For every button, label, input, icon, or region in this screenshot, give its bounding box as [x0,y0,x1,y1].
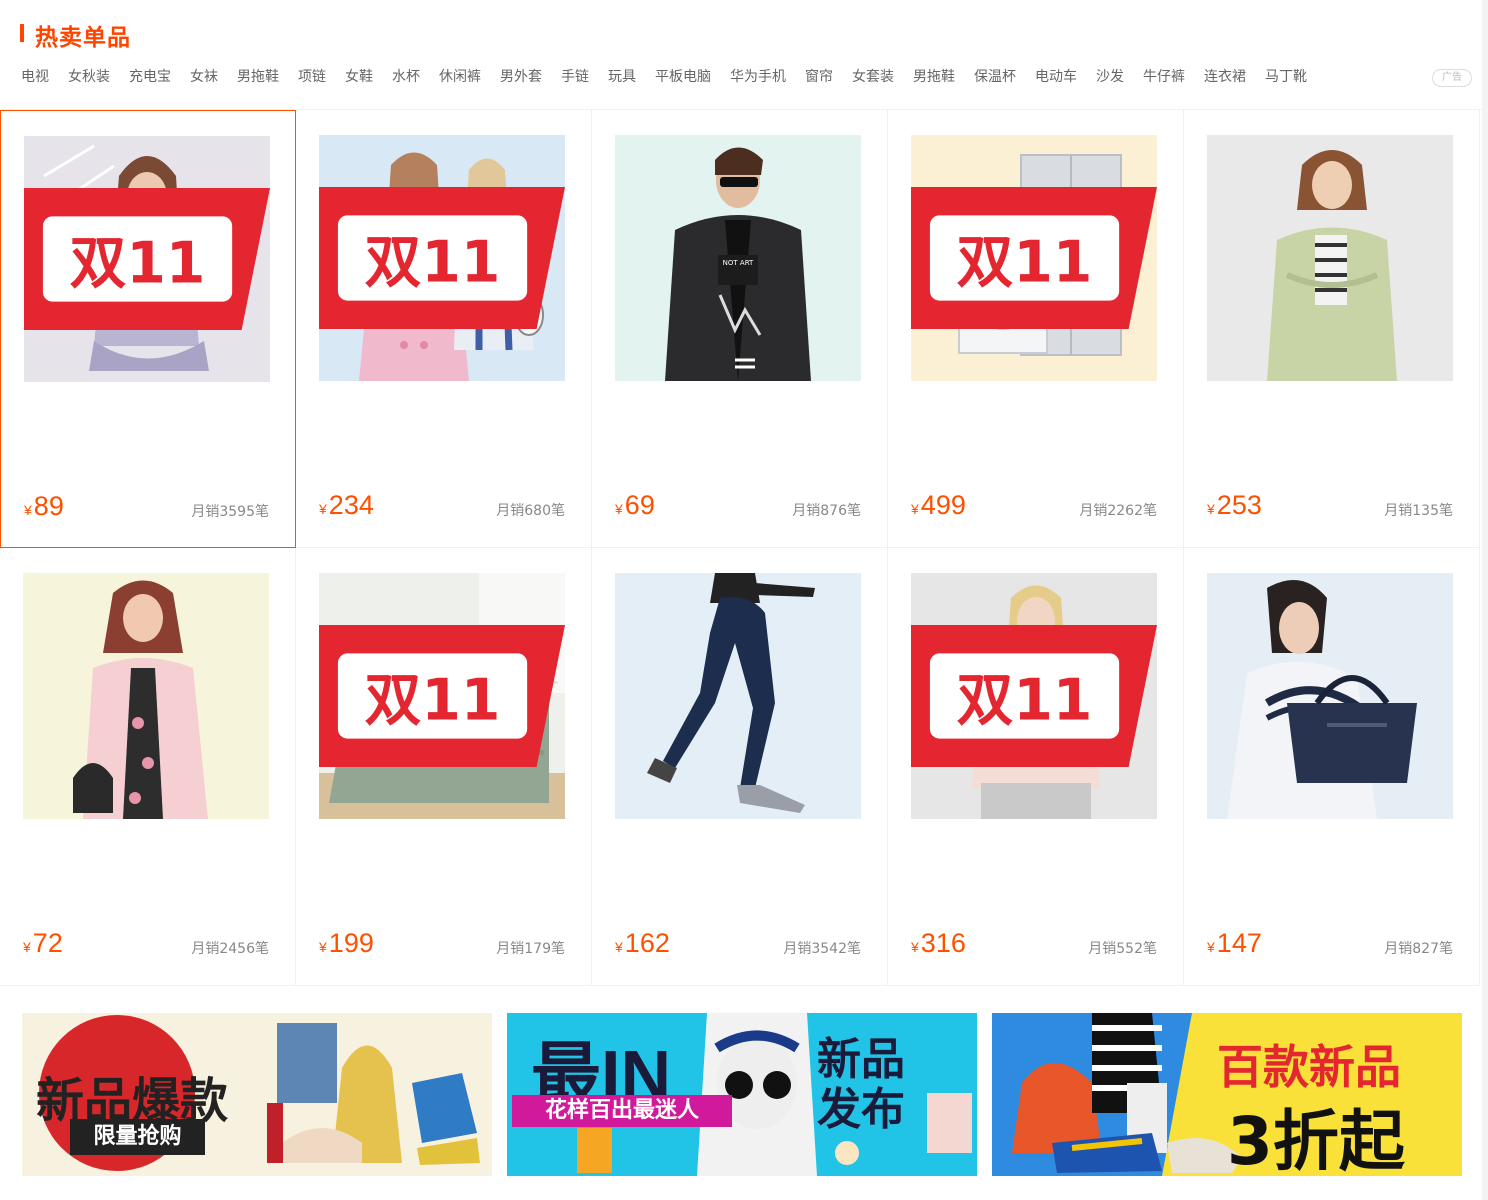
product-image[interactable]: 双11 [911,135,1157,381]
promo-banner-new-release[interactable]: 最IN 花样百出最迷人 新品 发布 [507,1013,977,1176]
double11-tag-icon: 双11 [24,188,270,330]
svg-text:双11: 双11 [365,230,501,296]
keyword-link[interactable]: 马丁靴 [1265,66,1307,88]
svg-text:NOT ART: NOT ART [723,259,754,267]
keyword-link[interactable]: 男拖鞋 [913,66,955,88]
svg-text:双11: 双11 [957,230,1093,296]
product-price: ¥162 [615,928,670,958]
keyword-link[interactable]: 连衣裙 [1204,66,1246,88]
monthly-sales: 月销680笔 [496,503,565,519]
hot-items-header: 热卖单品 电视 女秋装 充电宝 女袜 男拖鞋 项链 女鞋 水杯 休闲裤 男外套 … [0,0,1488,110]
keyword-link[interactable]: 女秋装 [68,66,110,88]
product-image[interactable]: 双11 [24,136,270,382]
product-price: ¥234 [319,490,374,520]
product-card[interactable]: ¥162 月销3542笔 [592,548,888,986]
product-image[interactable] [615,573,861,819]
keyword-link[interactable]: 手链 [561,66,589,88]
product-image[interactable]: 双11 [911,573,1157,819]
keyword-link[interactable]: 华为手机 [730,66,786,88]
product-price: ¥147 [1207,928,1262,958]
product-price: ¥253 [1207,490,1262,520]
banner-subline: 3折起 [1227,1103,1405,1176]
svg-text:双11: 双11 [957,668,1093,734]
product-image[interactable]: NOT ART [615,135,861,381]
product-price: ¥499 [911,490,966,520]
monthly-sales: 月销827笔 [1384,941,1453,957]
promo-banner-discount[interactable]: 百款新品 3折起 [992,1013,1462,1176]
banner-subline: 花样百出最迷人 [512,1095,732,1127]
product-card[interactable]: ¥147 月销827笔 [1184,548,1480,986]
monthly-sales: 月销3595笔 [191,504,269,520]
keyword-link[interactable]: 牛仔裤 [1143,66,1185,88]
keyword-link[interactable]: 电动车 [1035,66,1077,88]
ad-badge: 广告 [1432,69,1472,87]
keyword-link[interactable]: 项链 [298,66,326,88]
product-image[interactable] [23,573,269,819]
product-card[interactable]: NOT ART ¥69 月销876笔 [592,110,888,548]
product-image[interactable] [1207,135,1453,381]
monthly-sales: 月销179笔 [496,941,565,957]
keyword-link[interactable]: 充电宝 [129,66,171,88]
product-card[interactable]: 双11 ¥199 月销179笔 [296,548,592,986]
product-image[interactable]: 双11 [319,135,565,381]
product-price: ¥316 [911,928,966,958]
monthly-sales: 月销2262笔 [1079,503,1157,519]
monthly-sales: 月销876笔 [792,503,861,519]
section-title: 热卖单品 [35,24,131,51]
keyword-link[interactable]: 水杯 [392,66,420,88]
product-price: ¥89 [24,491,64,521]
double11-tag-icon: 双11 [319,625,565,767]
keyword-link[interactable]: 保温杯 [974,66,1016,88]
keyword-link[interactable]: 平板电脑 [655,66,711,88]
monthly-sales: 月销135笔 [1384,503,1453,519]
product-price: ¥72 [23,928,63,958]
monthly-sales: 月销552笔 [1088,941,1157,957]
double11-tag-icon: 双11 [319,187,565,329]
keyword-list: 电视 女秋装 充电宝 女袜 男拖鞋 项链 女鞋 水杯 休闲裤 男外套 手链 玩具… [21,66,1326,88]
double11-tag-icon: 双11 [911,625,1157,767]
title-accent-bar [20,24,24,42]
keyword-link[interactable]: 电视 [21,66,49,88]
product-card[interactable]: 双11 ¥499 月销2262笔 [888,110,1184,548]
banner-side-text: 发布 [817,1084,905,1135]
keyword-link[interactable]: 男外套 [500,66,542,88]
keyword-link[interactable]: 沙发 [1096,66,1124,88]
product-price: ¥199 [319,928,374,958]
product-image[interactable]: 双11 [319,573,565,819]
keyword-link[interactable]: 休闲裤 [439,66,481,88]
monthly-sales: 月销2456笔 [191,941,269,957]
double11-tag-icon: 双11 [911,187,1157,329]
svg-text:双11: 双11 [365,668,501,734]
keyword-link[interactable]: 男拖鞋 [237,66,279,88]
keyword-link[interactable]: 女袜 [190,66,218,88]
product-image[interactable] [1207,573,1453,819]
product-card[interactable]: ¥72 月销2456笔 [0,548,296,986]
product-price: ¥69 [615,490,655,520]
svg-text:双11: 双11 [70,231,206,297]
keyword-link[interactable]: 女鞋 [345,66,373,88]
banner-subline: 限量抢购 [70,1119,205,1155]
monthly-sales: 月销3542笔 [783,941,861,957]
promo-banner-row: 新品爆款 限量抢购 最IN 花样百出最迷人 新品 发布 百款新品 3折起 [22,1013,1462,1176]
keyword-link[interactable]: 女套装 [852,66,894,88]
product-card[interactable]: 双11 ¥234 月销680笔 [296,110,592,548]
page-scrollbar[interactable] [1482,0,1488,1200]
product-card[interactable]: 双11 ¥89 月销3595笔 [0,110,296,548]
keyword-link[interactable]: 玩具 [608,66,636,88]
promo-banner-new-hot[interactable]: 新品爆款 限量抢购 [22,1013,492,1176]
keyword-link[interactable]: 窗帘 [805,66,833,88]
product-card[interactable]: 双11 ¥316 月销552笔 [888,548,1184,986]
product-card[interactable]: ¥253 月销135笔 [1184,110,1480,548]
